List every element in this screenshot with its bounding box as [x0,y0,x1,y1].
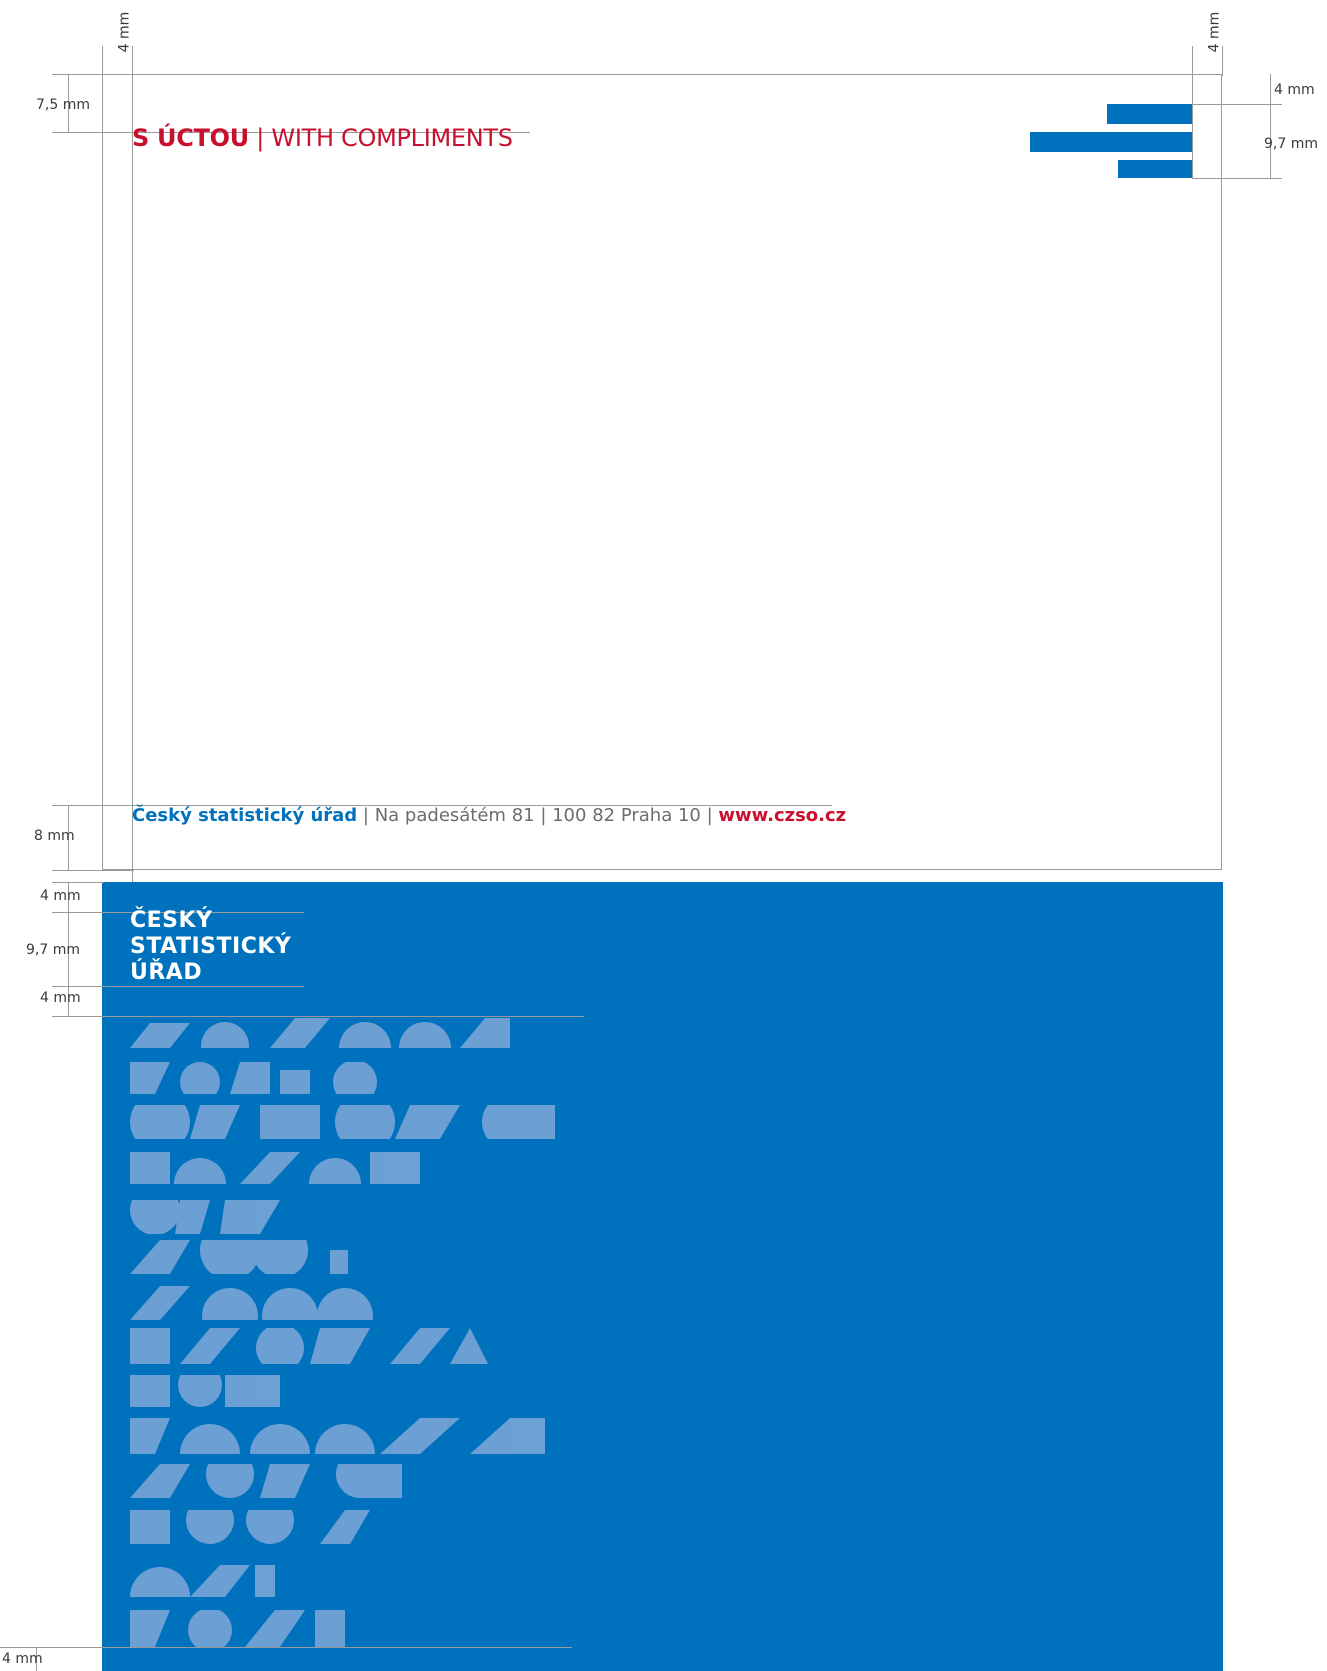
guide-logo-right [1192,46,1193,178]
pattern-row-5 [130,1200,280,1234]
pattern-row-7 [130,1286,375,1320]
pattern-row-6 [130,1240,350,1274]
pattern-row-9 [130,1375,280,1407]
footer-line: Český statistický úřad | Na padesátém 81… [132,805,846,826]
dim-top-left: 4 mm [116,11,133,53]
footer-org: Český statistický úřad [132,805,358,826]
back-title: ČESKÝ STATISTICKÝ ÚŘAD [130,908,291,986]
guide-left-top [52,74,53,75]
guide-back-pattern-top [52,1016,584,1017]
title-bold: S ÚCTOU [132,124,249,152]
pattern-row-10 [130,1418,545,1454]
pattern-row-4 [130,1152,420,1184]
footer-sep3: | [700,805,719,826]
footer-url: www.czso.cz [718,805,847,826]
pattern-row-11 [130,1464,402,1498]
guide-back-top [52,882,104,883]
pattern-row-1 [130,1018,510,1048]
logo-bar-middle [1030,132,1192,152]
back-card [102,882,1223,1671]
footer-sep2: | [534,805,553,826]
pattern-row-12 [130,1510,370,1544]
dim-left-footer: 8 mm [34,828,75,844]
title-separator: | [256,124,265,152]
back-title-line2: STATISTICKÝ [130,934,292,959]
pattern-row-8 [130,1328,488,1364]
footer-address: Na padesátém 81 [374,805,535,826]
dim-back-top: 4 mm [40,888,81,904]
dim-back-bottom: 4 mm [2,1651,43,1667]
dim-back-logo: 9,7 mm [26,942,80,958]
back-title-line1: ČESKÝ [130,908,213,933]
dim-right-logo: 9,7 mm [1264,136,1318,152]
guide-back-bottom [0,1647,572,1648]
guide-top-edge [52,74,1222,75]
pattern-row-13 [130,1565,275,1597]
dim-right-top: 4 mm [1274,82,1315,98]
guide-logo-bottom [1192,178,1282,179]
pattern-row-2 [130,1062,390,1094]
pattern-row-3 [130,1105,555,1139]
guide-logo-top [1192,104,1282,105]
guide-back-logo-bottom [52,986,304,987]
front-card [102,74,1222,870]
tick-right-top [1270,74,1271,104]
dim-left-top: 7,5 mm [36,97,90,113]
logo-bar-top [1107,104,1192,124]
title-light: WITH COMPLIMENTS [271,124,513,152]
pattern-row-14 [130,1610,345,1647]
front-title: S ÚCTOU | WITH COMPLIMENTS [132,124,513,152]
back-title-line3: ÚŘAD [130,960,203,985]
guide-footer-bottom [52,870,134,871]
logo-bar-bottom [1118,160,1192,178]
footer-city: 100 82 Praha 10 [552,805,701,826]
dim-back-logo-bottom: 4 mm [40,990,81,1006]
dim-top-right: 4 mm [1206,11,1223,53]
guide-left-edge [102,46,103,76]
footer-sep1: | [357,805,375,826]
